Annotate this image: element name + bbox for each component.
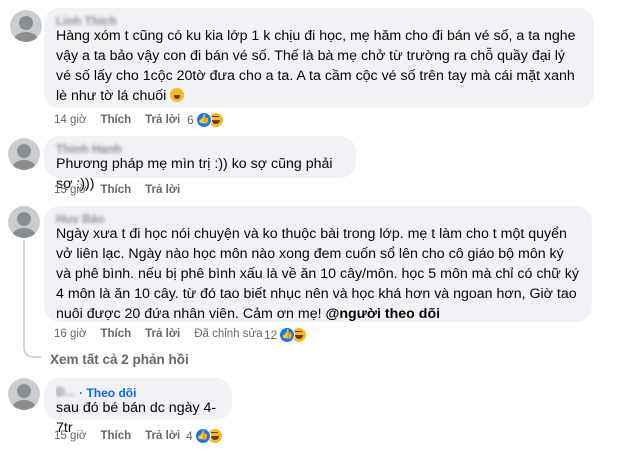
commenter-avatar[interactable]: [8, 138, 40, 170]
reaction-summary[interactable]: 4 👍: [186, 428, 223, 444]
comment-time[interactable]: 15 giờ: [54, 184, 86, 196]
avatar-body: [14, 32, 38, 42]
reaction-count: 6: [187, 113, 194, 127]
comment-text-body: Ngày xưa t đi học nói chuyện và ko thuộc…: [56, 226, 579, 322]
reaction-count: 12: [264, 328, 278, 342]
comment-author-row: Đ... · Theo dõi: [56, 384, 220, 398]
comment-time[interactable]: 16 giờ: [54, 328, 86, 340]
reply-button[interactable]: Trả lời: [145, 184, 180, 196]
thread-line: [23, 240, 25, 348]
reply-button[interactable]: Trả lời: [145, 430, 180, 442]
comment-bubble: Đ... · Theo dõi sau đó bé bán dc ngày 4-…: [44, 378, 232, 436]
comment-bubble: Thịnh Hạnh Phương pháp mẹ mìn trị :)) ko…: [44, 136, 356, 192]
like-button[interactable]: Thích: [100, 114, 131, 126]
like-reaction-icon: 👍: [194, 428, 211, 444]
reaction-summary[interactable]: 6 👍: [187, 112, 224, 128]
edited-label: Đã chỉnh sửa: [194, 328, 263, 340]
like-button[interactable]: Thích: [100, 184, 131, 196]
commenter-avatar[interactable]: [8, 378, 40, 410]
avatar-body: [12, 228, 36, 238]
like-reaction-icon: 👍: [195, 112, 212, 128]
comment-author[interactable]: Linh Thích: [56, 14, 582, 26]
like-button[interactable]: Thích: [100, 430, 131, 442]
laughing-emoji-icon: [170, 88, 185, 102]
commenter-avatar[interactable]: [8, 206, 40, 238]
avatar-face: [17, 212, 31, 226]
comment-bubble: Linh Thích Hàng xóm t cũng có ku kia lớp…: [44, 8, 594, 108]
comment-text-body: Hàng xóm t cũng có ku kia lớp 1 k chịu đ…: [56, 28, 576, 104]
comment-bubble: Huy Bảo Ngày xưa t đi học nói chuyện và …: [44, 206, 592, 322]
comment-time[interactable]: 15 giờ: [54, 430, 86, 442]
comment-meta: 15 giờ Thích Trả lời: [54, 430, 194, 442]
comment-text: Hàng xóm t cũng có ku kia lớp 1 k chịu đ…: [56, 26, 582, 106]
mention-link[interactable]: @người theo dõi: [325, 306, 440, 322]
comment-meta: 15 giờ Thích Trả lời: [54, 184, 194, 196]
comment-meta: 16 giờ Thích Trả lời Đã chỉnh sửa: [54, 328, 277, 340]
comment-text: Ngày xưa t đi học nói chuyện và ko thuộc…: [56, 224, 580, 324]
like-button[interactable]: Thích: [100, 328, 131, 340]
follow-link[interactable]: · Theo dõi: [79, 386, 136, 398]
avatar-face: [17, 384, 31, 398]
reply-button[interactable]: Trả lời: [145, 328, 180, 340]
reply-button[interactable]: Trả lời: [145, 114, 180, 126]
commenter-avatar[interactable]: [10, 10, 42, 42]
comment-author[interactable]: Đ...: [56, 385, 75, 397]
comment-meta: 14 giờ Thích Trả lời: [54, 114, 194, 126]
avatar-face: [17, 144, 31, 158]
avatar-face: [19, 16, 33, 30]
reaction-summary[interactable]: 12 👍: [264, 327, 308, 343]
view-all-replies-link[interactable]: Xem tất cả 2 phản hồi: [50, 352, 189, 367]
thread-line-curve: [23, 346, 41, 358]
comment-time[interactable]: 14 giờ: [54, 114, 86, 126]
avatar-body: [12, 400, 36, 410]
comment-author[interactable]: Huy Bảo: [56, 212, 580, 224]
reaction-count: 4: [186, 429, 193, 443]
avatar-body: [12, 160, 36, 170]
comment-author[interactable]: Thịnh Hạnh: [56, 142, 344, 154]
